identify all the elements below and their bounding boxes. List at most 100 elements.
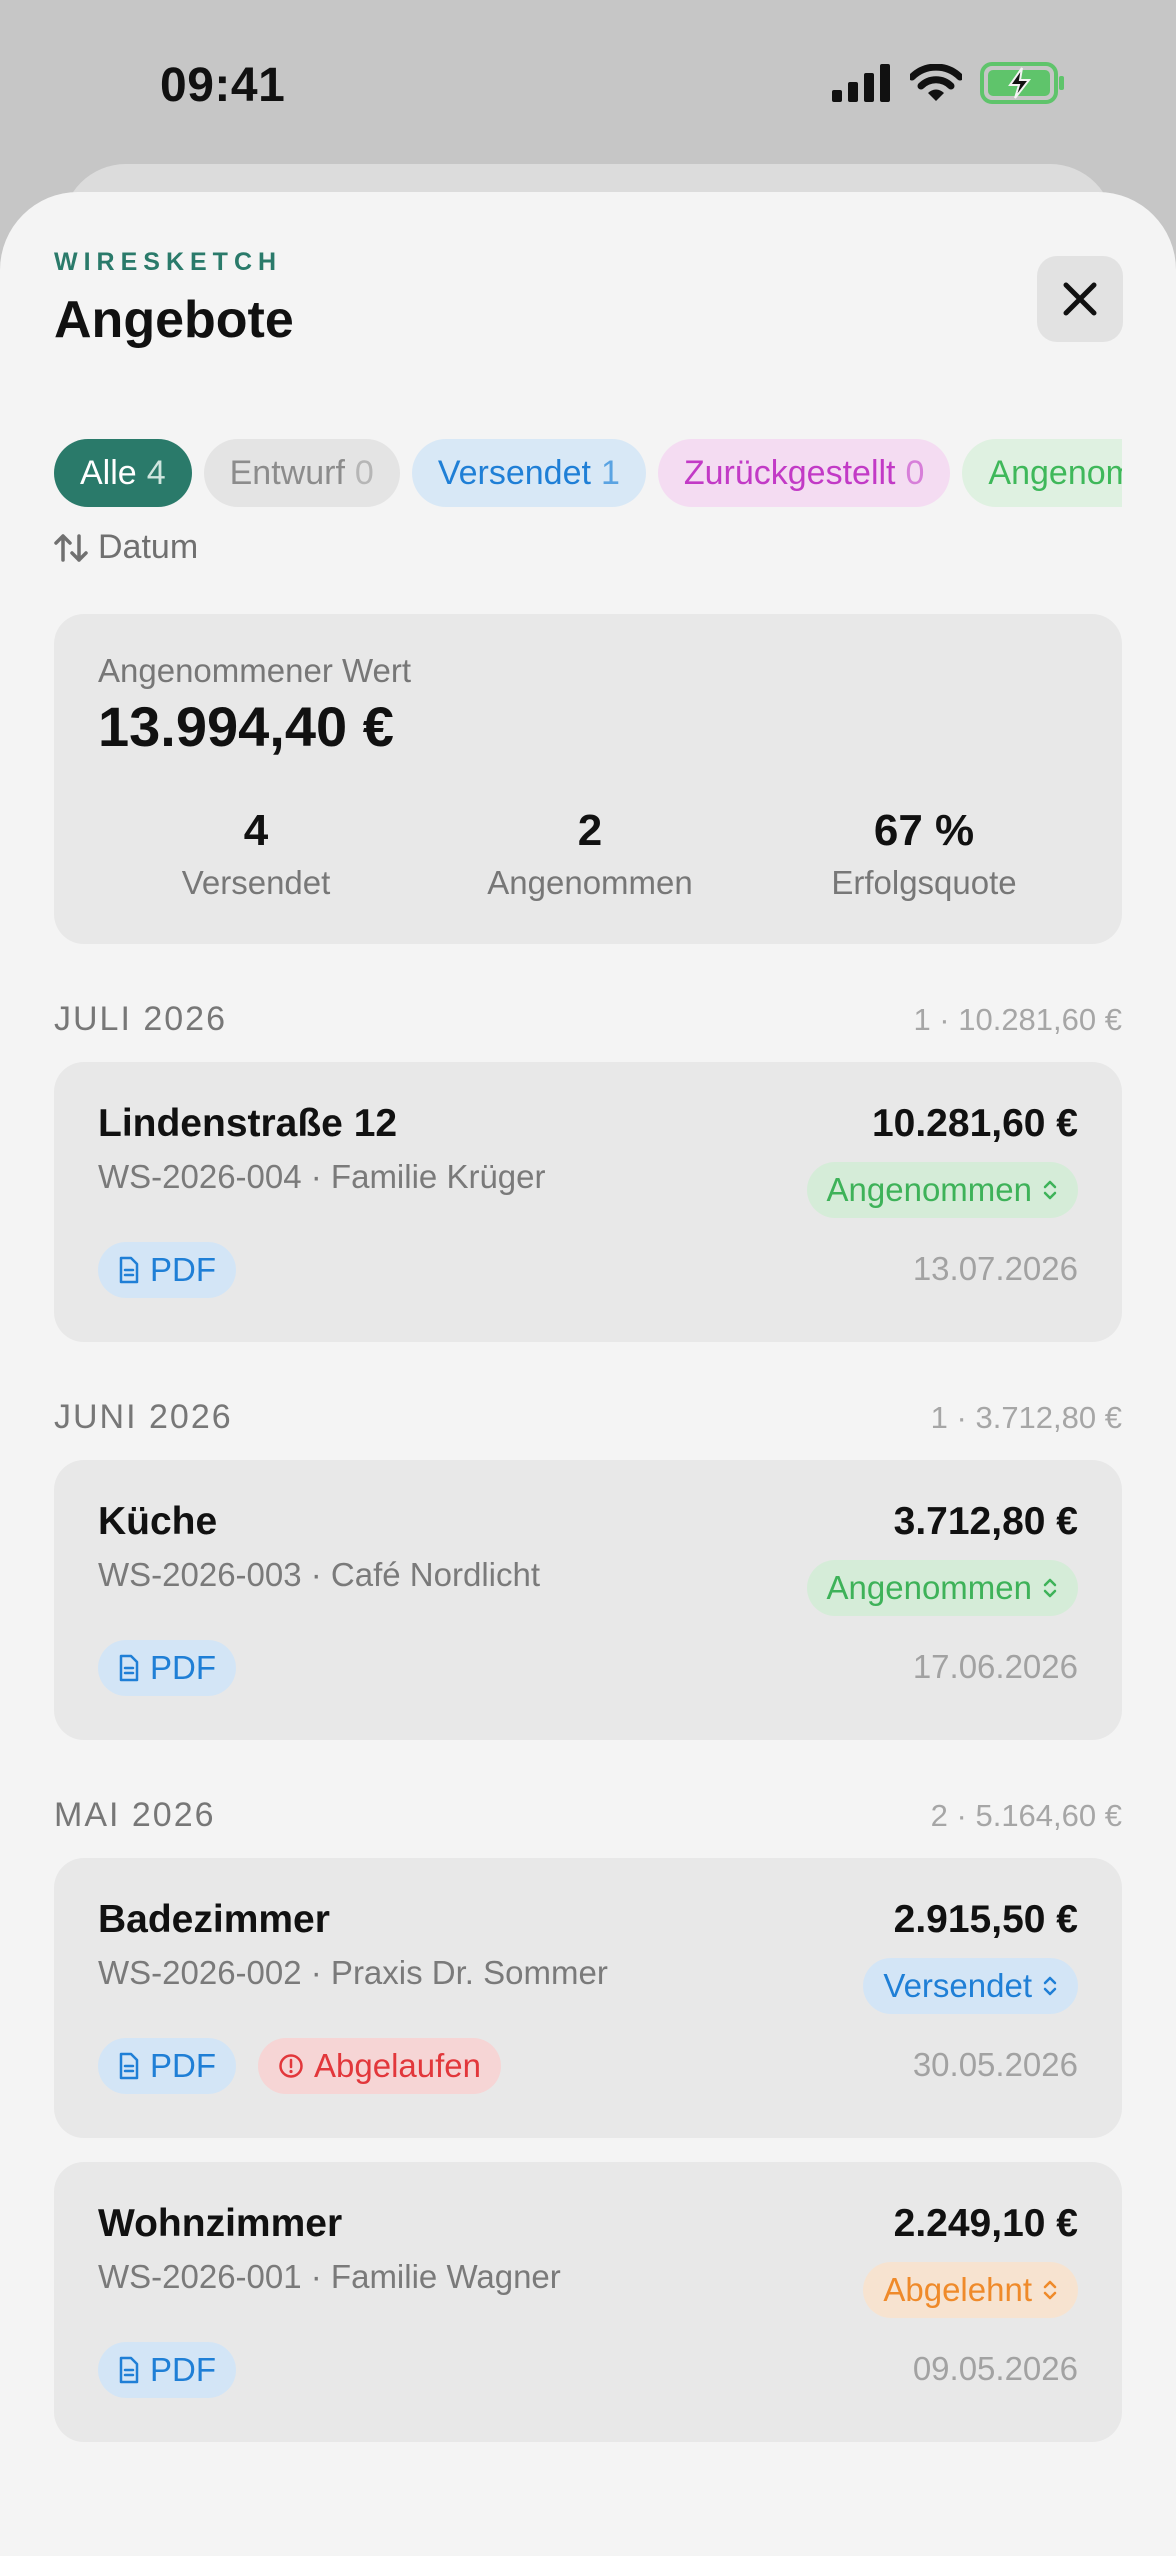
section-header: JULI 2026 1 · 10.281,60 € <box>54 1000 1122 1039</box>
stat-number: 2 <box>577 806 603 855</box>
pdf-label: PDF <box>150 2351 216 2388</box>
stat-label: Versendet <box>181 864 331 901</box>
offer-title: Wohnzimmer <box>98 2202 343 2245</box>
close-button[interactable] <box>1037 256 1123 342</box>
filter-chip-count: 0 <box>905 453 925 492</box>
filter-chip-held[interactable]: Zurückgestellt 0 <box>657 439 951 507</box>
section-title: JULI 2026 <box>54 1000 227 1038</box>
section-header: JUNI 2026 1 · 3.712,80 € <box>54 1398 1122 1437</box>
sort-label: Datum <box>98 528 199 566</box>
offer-badges: PDF <box>98 1242 236 1298</box>
offer-subtitle: WS-2026-001 · Familie Wagner <box>98 2258 561 2295</box>
filter-chip-accepted[interactable]: Angenommen 2 <box>962 439 1122 507</box>
status-bar: 09:41 <box>0 0 1176 170</box>
sort-button[interactable]: Datum <box>54 528 198 567</box>
status-dropdown[interactable]: Versendet <box>863 1958 1078 2014</box>
offer-date: 17.06.2026 <box>912 1648 1078 1685</box>
status-dropdown[interactable]: Abgelehnt <box>863 2262 1078 2318</box>
section-total: 1 · 10.281,60 € <box>913 1002 1122 1037</box>
chevron-updown-icon <box>1043 1976 1057 1996</box>
pdf-button[interactable]: PDF <box>98 1640 236 1696</box>
expired-badge: Abgelaufen <box>258 2038 501 2094</box>
chevron-updown-icon <box>1043 1578 1057 1598</box>
close-icon <box>1063 282 1097 316</box>
document-icon <box>119 1654 139 1682</box>
document-icon <box>119 2052 139 2080</box>
offer-card[interactable]: Lindenstraße 12 WS-2026-004 · Familie Kr… <box>54 1062 1122 1342</box>
offer-date: 30.05.2026 <box>912 2046 1078 2083</box>
chevron-updown-icon <box>1043 1180 1057 1200</box>
filter-chip-count: 4 <box>146 453 166 492</box>
status-label: Versendet <box>883 1967 1032 2004</box>
offer-card[interactable]: Wohnzimmer WS-2026-001 · Familie Wagner … <box>54 2162 1122 2442</box>
section-title: JUNI 2026 <box>54 1398 233 1436</box>
summary-label: Angenommener Wert <box>98 652 412 689</box>
offer-badges: PDF Abgelaufen <box>98 2038 501 2094</box>
pdf-label: PDF <box>150 1251 216 1288</box>
offer-title: Küche <box>98 1500 218 1543</box>
status-filter-bar: Alle 4 Entwurf 0 Versendet 1 Zurückgeste… <box>54 439 1122 507</box>
stat-number: 4 <box>243 806 269 855</box>
offer-date: 13.07.2026 <box>912 1250 1078 1287</box>
status-label: Angenommen <box>826 1171 1032 1208</box>
filter-chip-label: Zurückgestellt <box>683 453 896 492</box>
offer-title: Lindenstraße 12 <box>98 1102 398 1145</box>
battery-charging-icon <box>980 62 1064 104</box>
offer-amount: 10.281,60 € <box>871 1102 1078 1145</box>
offer-badges: PDF <box>98 1640 236 1696</box>
summary-card: Angenommener Wert 13.994,40 € 4 Versende… <box>54 614 1122 944</box>
offer-subtitle: WS-2026-003 · Café Nordlicht <box>98 1556 541 1593</box>
sort-arrows-icon <box>54 533 88 562</box>
document-icon <box>119 1256 139 1284</box>
pdf-button[interactable]: PDF <box>98 2038 236 2094</box>
offer-amount: 3.712,80 € <box>893 1500 1078 1543</box>
pdf-button[interactable]: PDF <box>98 2342 236 2398</box>
stat-sent: 4 Versendet <box>106 806 406 902</box>
section-title: MAI 2026 <box>54 1796 216 1834</box>
status-time: 09:41 <box>160 59 286 112</box>
pdf-button[interactable]: PDF <box>98 1242 236 1298</box>
offer-amount: 2.915,50 € <box>893 1898 1078 1941</box>
offer-card[interactable]: Küche WS-2026-003 · Café Nordlicht 3.712… <box>54 1460 1122 1740</box>
document-icon <box>119 2356 139 2384</box>
section-total: 1 · 3.712,80 € <box>930 1400 1122 1435</box>
offers-sheet: WIRESKETCH Angebote Alle 4 Entwurf 0 Ver… <box>0 192 1176 2556</box>
offer-badges: PDF <box>98 2342 236 2398</box>
filter-chip-all[interactable]: Alle 4 <box>54 439 192 507</box>
page-title: Angebote <box>54 291 294 349</box>
summary-value: 13.994,40 € <box>98 695 394 758</box>
filter-chip-label: Versendet <box>437 453 591 492</box>
status-icons <box>830 62 1066 104</box>
status-label: Abgelehnt <box>883 2271 1032 2308</box>
filter-chip-sent[interactable]: Versendet 1 <box>411 439 646 507</box>
signal-icon <box>832 64 890 102</box>
stat-accepted: 2 Angenommen <box>440 806 740 902</box>
stat-number: 67 % <box>873 806 975 855</box>
filter-chip-label: Alle <box>80 453 137 492</box>
alert-circle-icon <box>279 2054 303 2078</box>
offer-subtitle: WS-2026-004 · Familie Krüger <box>98 1158 546 1195</box>
offer-date: 09.05.2026 <box>912 2350 1078 2387</box>
offer-subtitle: WS-2026-002 · Praxis Dr. Sommer <box>98 1954 608 1991</box>
chevron-updown-icon <box>1043 2280 1057 2300</box>
stat-label: Angenommen <box>487 864 693 901</box>
pdf-label: PDF <box>150 2047 216 2084</box>
pdf-label: PDF <box>150 1649 216 1686</box>
section-total: 2 · 5.164,60 € <box>930 1798 1122 1833</box>
filter-chip-label: Entwurf <box>229 453 345 492</box>
filter-chip-draft[interactable]: Entwurf 0 <box>203 439 400 507</box>
filter-chip-count: 0 <box>354 453 374 492</box>
stat-success-rate: 67 % Erfolgsquote <box>774 806 1074 902</box>
brand-label: WIRESKETCH <box>54 248 283 276</box>
status-label: Angenommen <box>826 1569 1032 1606</box>
wifi-icon <box>910 64 962 101</box>
section-header: MAI 2026 2 · 5.164,60 € <box>54 1796 1122 1835</box>
filter-chip-label: Angenommen <box>988 453 1122 492</box>
stat-label: Erfolgsquote <box>831 864 1017 901</box>
expired-label: Abgelaufen <box>314 2047 481 2084</box>
status-dropdown[interactable]: Angenommen <box>806 1560 1078 1616</box>
offer-card[interactable]: Badezimmer WS-2026-002 · Praxis Dr. Somm… <box>54 1858 1122 2138</box>
offer-title: Badezimmer <box>98 1898 330 1941</box>
status-dropdown[interactable]: Angenommen <box>806 1162 1078 1218</box>
offer-amount: 2.249,10 € <box>893 2202 1078 2245</box>
